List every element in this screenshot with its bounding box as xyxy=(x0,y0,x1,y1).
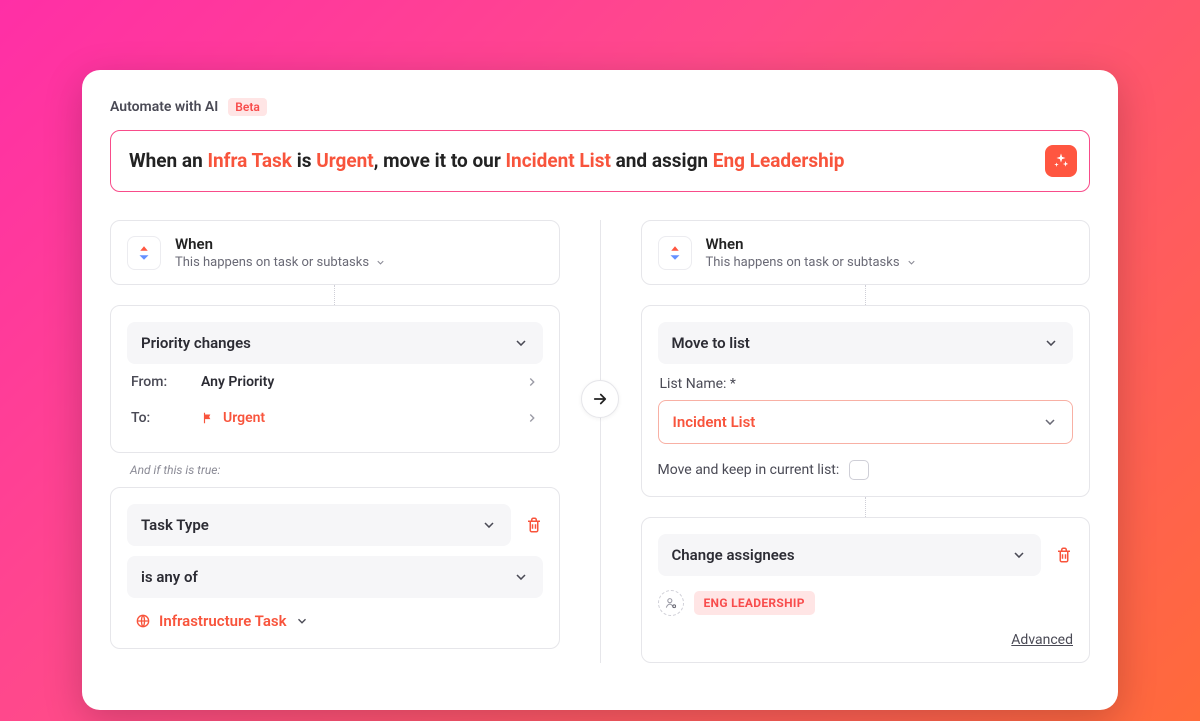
when-scope-dropdown[interactable]: This happens on task or subtasks xyxy=(706,255,917,270)
action-type-select[interactable]: Move to list xyxy=(658,322,1074,364)
chevron-right-icon xyxy=(525,411,539,425)
ai-generate-button[interactable] xyxy=(1045,145,1077,177)
when-title: When xyxy=(706,235,917,253)
keep-in-list-checkbox[interactable] xyxy=(849,460,869,480)
trigger-column: When This happens on task or subtasks Pr… xyxy=(110,220,560,663)
beta-badge: Beta xyxy=(228,98,267,116)
sparkle-icon xyxy=(1052,152,1070,170)
list-name-label: List Name: * xyxy=(660,376,1074,392)
chevron-down-icon xyxy=(906,257,917,268)
header-title: Automate with AI xyxy=(110,99,218,115)
keep-in-list-label: Move and keep in current list: xyxy=(658,462,840,478)
chevron-down-icon xyxy=(295,614,309,628)
from-priority-row[interactable]: From: Any Priority xyxy=(127,364,543,400)
action-column: When This happens on task or subtasks Mo… xyxy=(641,220,1091,663)
trash-icon[interactable] xyxy=(1055,546,1073,564)
list-select[interactable]: Incident List xyxy=(658,400,1074,444)
trash-icon[interactable] xyxy=(525,516,543,534)
condition-value-chip[interactable]: Infrastructure Task xyxy=(127,612,543,630)
chevron-down-icon xyxy=(1011,547,1027,563)
chevron-down-icon xyxy=(375,257,386,268)
when-scope-dropdown[interactable]: This happens on task or subtasks xyxy=(175,255,386,270)
condition-operator-select[interactable]: is any of xyxy=(127,556,543,598)
assignee-chip[interactable]: ENG LEADERSHIP xyxy=(694,591,815,615)
condition-card: Task Type is any of Infrastructure Task xyxy=(110,487,560,649)
add-assignee-button[interactable] xyxy=(658,590,684,616)
connector xyxy=(865,285,866,305)
chevron-down-icon xyxy=(1042,414,1058,430)
chevron-down-icon xyxy=(513,569,529,585)
chevron-down-icon xyxy=(513,335,529,351)
assignee-row: ENG LEADERSHIP xyxy=(658,590,1074,616)
arrow-circle xyxy=(581,380,619,418)
arrow-right-icon xyxy=(591,390,609,408)
chevron-down-icon xyxy=(481,517,497,533)
chevron-down-icon xyxy=(1043,335,1059,351)
connector xyxy=(334,285,335,305)
header: Automate with AI Beta xyxy=(110,98,1090,116)
ai-prompt-input[interactable]: When an Infra Task is Urgent, move it to… xyxy=(110,130,1090,192)
flag-icon xyxy=(201,411,215,425)
trigger-type-select[interactable]: Priority changes xyxy=(127,322,543,364)
when-title: When xyxy=(175,235,386,253)
app-logo-icon xyxy=(658,236,692,270)
column-divider xyxy=(600,220,601,663)
change-assignees-card: Change assignees ENG LEADERSHIP Advanced xyxy=(641,517,1091,663)
app-logo-icon xyxy=(127,236,161,270)
automation-dialog: Automate with AI Beta When an Infra Task… xyxy=(82,70,1118,710)
condition-field-select[interactable]: Task Type xyxy=(127,504,511,546)
chevron-right-icon xyxy=(525,375,539,389)
person-add-icon xyxy=(664,596,678,610)
automation-columns: When This happens on task or subtasks Pr… xyxy=(110,220,1090,663)
priority-trigger-card: Priority changes From: Any Priority To: … xyxy=(110,305,560,453)
ai-prompt-text: When an Infra Task is Urgent, move it to… xyxy=(129,148,1033,174)
when-trigger-card[interactable]: When This happens on task or subtasks xyxy=(110,220,560,285)
and-if-label: And if this is true: xyxy=(130,463,560,477)
to-priority-row[interactable]: To: Urgent xyxy=(127,400,543,436)
advanced-link[interactable]: Advanced xyxy=(658,632,1074,648)
connector xyxy=(865,497,866,517)
globe-icon xyxy=(135,613,151,629)
action-type-select[interactable]: Change assignees xyxy=(658,534,1042,576)
when-action-card[interactable]: When This happens on task or subtasks xyxy=(641,220,1091,285)
move-to-list-card: Move to list List Name: * Incident List … xyxy=(641,305,1091,497)
